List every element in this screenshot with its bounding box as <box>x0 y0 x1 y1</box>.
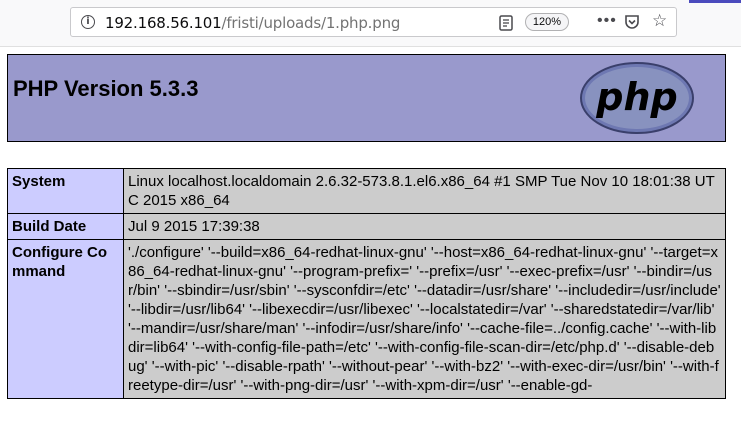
toolbar-accent-line <box>689 0 741 3</box>
table-row: System Linux localhost.localdomain 2.6.3… <box>7 168 726 214</box>
pocket-icon[interactable] <box>624 14 640 35</box>
more-actions-icon[interactable]: ••• <box>597 12 617 30</box>
reader-view-icon[interactable] <box>499 15 513 36</box>
php-logo[interactable]: php <box>579 59 695 142</box>
table-row: Build Date Jul 9 2015 17:39:38 <box>7 213 726 240</box>
row-label: System <box>7 168 124 214</box>
php-info-table: System Linux localhost.localdomain 2.6.3… <box>7 168 726 399</box>
info-icon[interactable]: i <box>81 15 95 29</box>
url-path: /fristi/uploads/1.php.png <box>221 14 401 32</box>
address-bar[interactable]: i 192.168.56.101/fristi/uploads/1.php.pn… <box>70 7 677 37</box>
row-value: './configure' '--build=x86_64-redhat-lin… <box>123 239 726 399</box>
php-logo-text: php <box>595 75 677 119</box>
page-title: PHP Version 5.3.3 <box>13 76 199 101</box>
table-row: Configure Command './configure' '--build… <box>7 239 726 399</box>
url-text[interactable]: 192.168.56.101/fristi/uploads/1.php.png <box>105 14 400 32</box>
bookmark-star-icon[interactable]: ☆ <box>652 11 667 31</box>
row-value: Jul 9 2015 17:39:38 <box>123 213 726 240</box>
row-value: Linux localhost.localdomain 2.6.32-573.8… <box>123 168 726 214</box>
php-header: PHP Version 5.3.3 php <box>7 54 726 142</box>
browser-toolbar: i 192.168.56.101/fristi/uploads/1.php.pn… <box>0 0 741 47</box>
row-label: Configure Command <box>7 239 124 399</box>
row-label: Build Date <box>7 213 124 240</box>
zoom-level-badge[interactable]: 120% <box>525 13 569 31</box>
url-host: 192.168.56.101 <box>105 14 222 32</box>
